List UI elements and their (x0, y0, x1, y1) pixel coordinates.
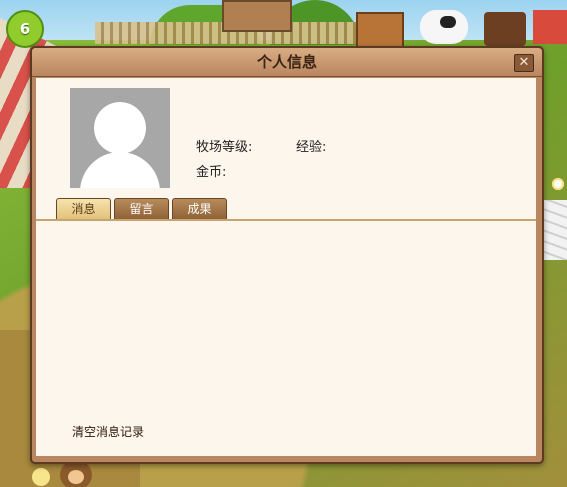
message-list[interactable] (36, 221, 536, 456)
tab-messages[interactable]: 消息 (56, 198, 111, 219)
tab-guestbook[interactable]: 留言 (114, 198, 169, 219)
avatar-body-icon (80, 152, 160, 188)
monkey-icon (60, 460, 92, 487)
seed-crate-icon[interactable] (356, 12, 404, 50)
white-fence (540, 200, 567, 260)
profile-dialog: 个人信息 ✕ 牧场等级: 经验: 金币: 消息 留言 成果 清空消息记录 (30, 46, 544, 464)
tab-achievements[interactable]: 成果 (172, 198, 227, 219)
clear-messages-link[interactable]: 清空消息记录 (72, 423, 144, 440)
close-button[interactable]: ✕ (514, 54, 534, 72)
daisy-icon (552, 178, 564, 190)
avatar (70, 88, 170, 188)
barn (222, 0, 292, 32)
cow-icon[interactable] (420, 10, 468, 44)
experience-label: 经验: (296, 140, 327, 155)
chick-icon (32, 468, 50, 486)
ranch-level-label: 牧场等级: (196, 140, 253, 155)
dialog-body: 牧场等级: 经验: 金币: 消息 留言 成果 清空消息记录 (36, 78, 536, 456)
coins-label: 金币: (196, 165, 227, 180)
shop-icon[interactable] (533, 10, 567, 44)
level-badge: 6 (6, 10, 44, 48)
dialog-title: 个人信息 (256, 53, 317, 71)
warehouse-icon[interactable] (484, 12, 526, 46)
avatar-head-icon (94, 102, 146, 154)
